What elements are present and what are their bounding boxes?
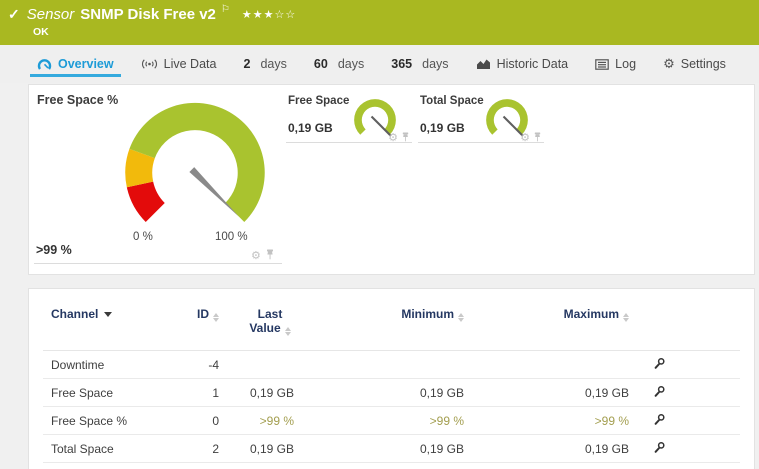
channel-settings-wrench-icon[interactable]	[653, 357, 666, 370]
star-rating[interactable]: ★★★☆☆	[242, 8, 296, 21]
table-row-downtime: Downtime -4	[43, 351, 740, 379]
channel-last-value: 0,19 GB	[249, 385, 294, 400]
channel-id: 2	[212, 441, 219, 456]
channel-settings-wrench-icon[interactable]	[653, 413, 666, 426]
gauge-panel-total-space: Total Space 0,19 GB ⚙	[418, 91, 544, 155]
tab-bar: Overview Live Data 2 days 60 days 365 days …	[0, 45, 759, 83]
channel-maximum: 0,19 GB	[584, 441, 629, 456]
tab-settings[interactable]: ⚙ Settings	[656, 45, 733, 83]
tab-label: Historic Data	[496, 57, 569, 71]
tab-number: 60	[313, 57, 328, 71]
channel-minimum: >99 %	[429, 413, 464, 428]
channel-minimum: 0,19 GB	[419, 385, 464, 400]
channel-name: Free Space %	[51, 413, 128, 428]
sort-desc-icon	[104, 311, 113, 317]
tab-overview[interactable]: Overview	[30, 45, 121, 83]
status-text: OK	[33, 26, 49, 38]
divider	[286, 142, 412, 143]
tab-unit: days	[422, 57, 449, 71]
broadcast-icon	[141, 58, 158, 70]
gauge-title: Total Space	[420, 95, 484, 107]
stars-empty: ☆☆	[274, 8, 297, 21]
column-label: Minimum	[401, 307, 454, 321]
channel-name: Downtime	[51, 357, 105, 372]
tab-historic-data[interactable]: Historic Data	[469, 45, 576, 83]
gauge-title: Free Space	[288, 95, 350, 107]
channel-table-panel: Channel ID Last Value Minimum Maximum Do…	[28, 288, 755, 469]
tab-label: Live Data	[163, 57, 217, 71]
column-header-channel[interactable]: Channel	[51, 307, 181, 321]
tab-live-data[interactable]: Live Data	[134, 45, 224, 83]
gauge-needle	[189, 167, 239, 217]
column-header-last-value[interactable]: Last Value	[219, 307, 294, 336]
channel-maximum: >99 %	[594, 413, 629, 428]
tab-label: Log	[615, 57, 637, 71]
channel-maximum: 0,19 GB	[584, 385, 629, 400]
divider	[418, 142, 544, 143]
status-check-icon: ✓	[8, 6, 20, 22]
log-list-icon	[595, 58, 609, 70]
sort-icon	[623, 313, 629, 322]
gauge-min-label: 0 %	[133, 231, 153, 243]
sort-icon	[284, 327, 291, 336]
pin-icon[interactable]	[533, 129, 542, 147]
gauge-value: 0,19 GB	[420, 121, 465, 135]
column-label: ID	[197, 307, 209, 321]
flag-icon[interactable]: ⚐	[221, 4, 230, 15]
tab-unit: days	[337, 57, 365, 71]
gauge-chart	[125, 102, 265, 223]
table-row-free-space: Free Space 1 0,19 GB 0,19 GB 0,19 GB	[43, 379, 740, 407]
channel-minimum: 0,19 GB	[419, 441, 464, 456]
channel-last-value: 0,19 GB	[249, 441, 294, 456]
sensor-title: SNMP Disk Free v2	[80, 6, 216, 23]
area-chart-icon	[476, 58, 491, 70]
gear-icon: ⚙	[663, 56, 675, 72]
channel-settings-wrench-icon[interactable]	[653, 441, 666, 454]
gauge-title: Free Space %	[37, 93, 119, 107]
gear-icon[interactable]: ⚙	[251, 250, 261, 261]
gauge-panel-free-space-pct: Free Space % 0 % 100 % >99 % ⚙	[29, 85, 285, 269]
gauge-value: >99 %	[36, 243, 72, 257]
tab-log[interactable]: Log	[588, 45, 643, 83]
channel-table: Channel ID Last Value Minimum Maximum Do…	[29, 289, 754, 463]
channel-settings-wrench-icon[interactable]	[653, 385, 666, 398]
column-label: Last Value	[249, 307, 283, 335]
column-header-id[interactable]: ID	[181, 307, 219, 322]
tab-number: 365	[391, 57, 413, 71]
tab-365-days[interactable]: 365 days	[384, 45, 455, 83]
pin-icon[interactable]	[401, 129, 410, 147]
sensor-type-label: Sensor	[26, 6, 75, 23]
column-label: Maximum	[563, 307, 619, 321]
column-label: Channel	[51, 307, 99, 321]
column-header-maximum[interactable]: Maximum	[464, 307, 629, 322]
channel-name: Free Space	[51, 385, 114, 400]
divider	[34, 263, 282, 264]
gauge-icon	[37, 58, 52, 71]
gauge-value: 0,19 GB	[288, 121, 333, 135]
column-header-minimum[interactable]: Minimum	[294, 307, 464, 322]
tab-60-days[interactable]: 60 days	[307, 45, 371, 83]
tab-number: 2	[243, 57, 251, 71]
sensor-header-bar: ✓ Sensor SNMP Disk Free v2 ⚐ ★★★☆☆ OK	[0, 0, 759, 45]
channel-id: 1	[212, 385, 219, 400]
channel-id: 0	[212, 413, 219, 428]
tab-label: Overview	[58, 57, 114, 71]
tab-2-days[interactable]: 2 days	[237, 45, 294, 83]
gauge-max-label: 100 %	[215, 231, 248, 243]
table-row-total-space: Total Space 2 0,19 GB 0,19 GB 0,19 GB	[43, 435, 740, 463]
tab-unit: days	[260, 57, 287, 71]
overview-panel: Free Space % 0 % 100 % >99 % ⚙ Free Spac…	[28, 84, 755, 275]
stars-filled: ★★★	[241, 8, 275, 21]
channel-id: -4	[208, 357, 219, 372]
table-header-row: Channel ID Last Value Minimum Maximum	[43, 307, 740, 351]
gauge-panel-free-space: Free Space 0,19 GB ⚙	[286, 91, 412, 155]
tab-label: Settings	[680, 57, 726, 71]
channel-last-value: >99 %	[259, 413, 294, 428]
channel-name: Total Space	[51, 441, 114, 456]
table-row-free-space-pct: Free Space % 0 >99 % >99 % >99 %	[43, 407, 740, 435]
